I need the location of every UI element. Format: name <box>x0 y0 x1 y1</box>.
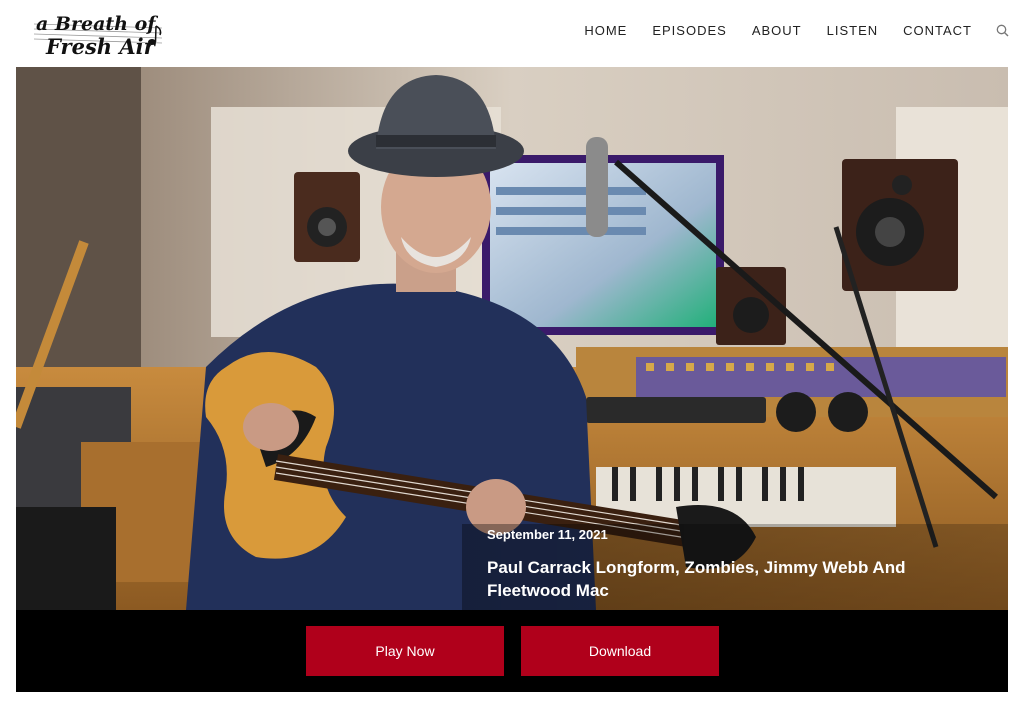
nav-about[interactable]: ABOUT <box>752 23 802 38</box>
episode-title[interactable]: Paul Carrack Longform, Zombies, Jimmy We… <box>487 556 987 602</box>
site-logo[interactable]: a Breath of Fresh Air <box>30 4 170 62</box>
action-bar: Play Now Download <box>16 610 1008 692</box>
download-button[interactable]: Download <box>521 626 719 676</box>
search-button[interactable] <box>994 22 1010 38</box>
search-icon <box>996 24 1008 36</box>
nav-listen[interactable]: LISTEN <box>827 23 879 38</box>
nav-contact[interactable]: CONTACT <box>903 23 972 38</box>
site-header: a Breath of Fresh Air HOME EPISODES ABOU… <box>0 0 1024 66</box>
nav-home[interactable]: HOME <box>584 23 627 38</box>
main-nav: HOME EPISODES ABOUT LISTEN CONTACT <box>559 20 1010 40</box>
play-now-button[interactable]: Play Now <box>306 626 504 676</box>
logo-line1: a Breath of <box>36 13 158 35</box>
nav-episodes[interactable]: EPISODES <box>652 23 726 38</box>
logo-line2: Fresh Air <box>45 34 157 59</box>
episode-date: September 11, 2021 <box>487 527 608 542</box>
